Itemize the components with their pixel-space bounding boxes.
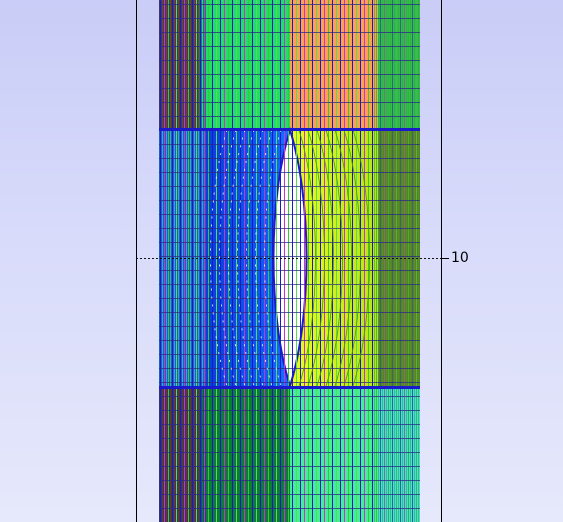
fea-mesh-viewport[interactable]: 10 (0, 0, 563, 522)
zone-middle-cyan (159, 129, 206, 387)
axis-tick-label: 10 (451, 250, 469, 266)
mesh-canvas[interactable] (0, 0, 563, 522)
